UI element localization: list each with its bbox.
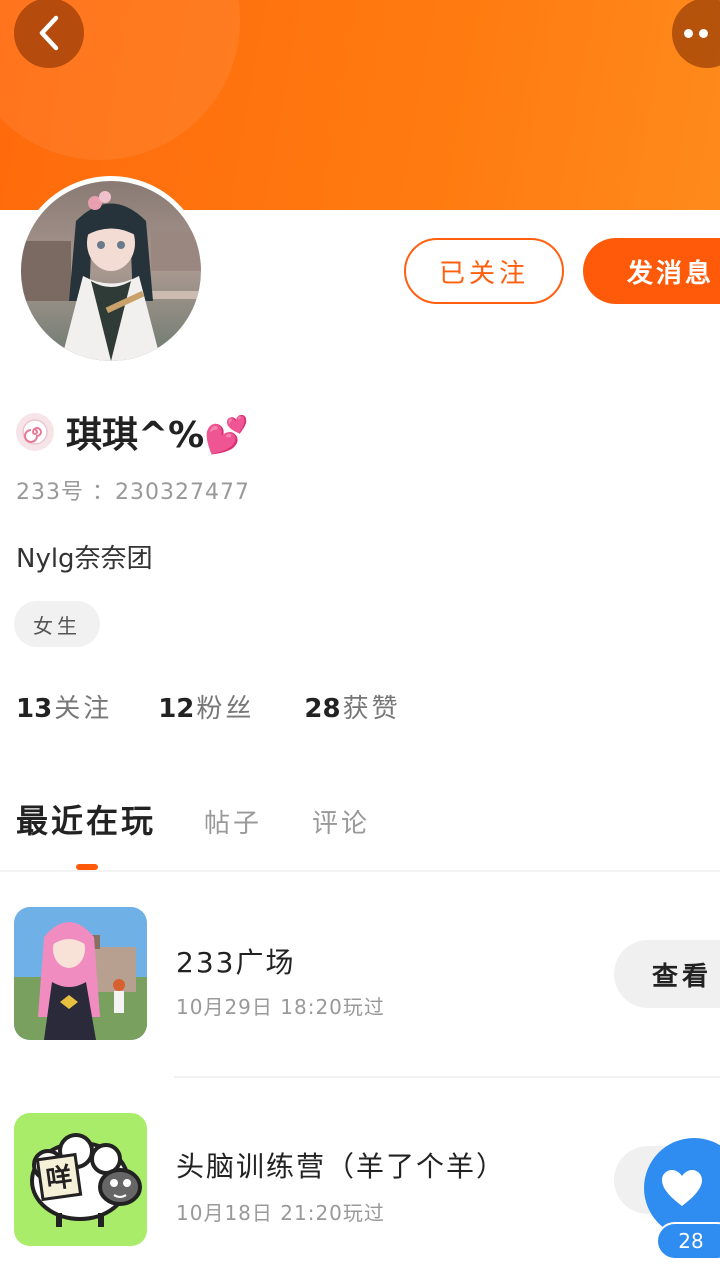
more-dots-icon [684,28,693,38]
stat-likes[interactable]: 28 获赞 [304,688,400,725]
list-item[interactable]: 233广场 10月29日 18:20玩过 查看 [0,907,720,1047]
game-title: 233广场 [176,946,296,979]
send-message-button[interactable]: 发消息 [583,238,720,304]
tab-comments[interactable]: 评论 [312,803,370,840]
tab-bar: 最近在玩 帖子 评论 [16,796,370,842]
avatar-image [21,181,201,361]
list-item[interactable]: 咩 头脑训练营（羊了个羊） 10月18日 21:20玩过 查看 [0,1113,720,1253]
game-title: 头脑训练营（羊了个羊） [176,1150,507,1183]
stat-count: 13 [16,694,53,724]
stat-count: 28 [304,694,341,724]
svg-text:咩: 咩 [44,1161,74,1195]
divider [174,1076,720,1078]
stat-following[interactable]: 13 关注 [16,688,112,725]
stat-label: 关注 [54,694,113,724]
game-played-time: 10月29日 18:20玩过 [176,995,385,1019]
stat-followers[interactable]: 12 粉丝 [158,688,254,725]
divider [0,870,720,872]
chevron-left-icon [39,15,59,51]
avatar[interactable] [16,176,206,366]
bio: Nylg奈奈团 [16,544,153,574]
game-thumbnail[interactable] [14,907,147,1040]
back-button[interactable] [14,0,84,68]
view-button[interactable]: 查看 [614,940,720,1008]
like-count-badge: 28 [656,1222,720,1260]
stats-bar: 13 关注 12 粉丝 28 获赞 [16,688,401,725]
stat-label: 获赞 [342,694,401,724]
tab-posts[interactable]: 帖子 [204,803,262,840]
game-played-time: 10月18日 21:20玩过 [176,1201,385,1225]
stat-label: 粉丝 [196,694,255,724]
game-thumbnail[interactable]: 咩 [14,1113,147,1246]
user-id: 233号 ：230327477 [16,480,250,505]
nickname: 琪琪^%💕 [66,415,250,456]
spiral-badge-icon [16,413,54,451]
stat-count: 12 [158,694,195,724]
more-dot [699,28,708,38]
followed-button[interactable]: 已关注 [404,238,564,304]
heart-icon [662,1170,702,1206]
nickname-row: 琪琪^%💕 [16,404,249,460]
tab-recently-played[interactable]: 最近在玩 [16,796,156,842]
gender-tag: 女生 [14,601,100,647]
